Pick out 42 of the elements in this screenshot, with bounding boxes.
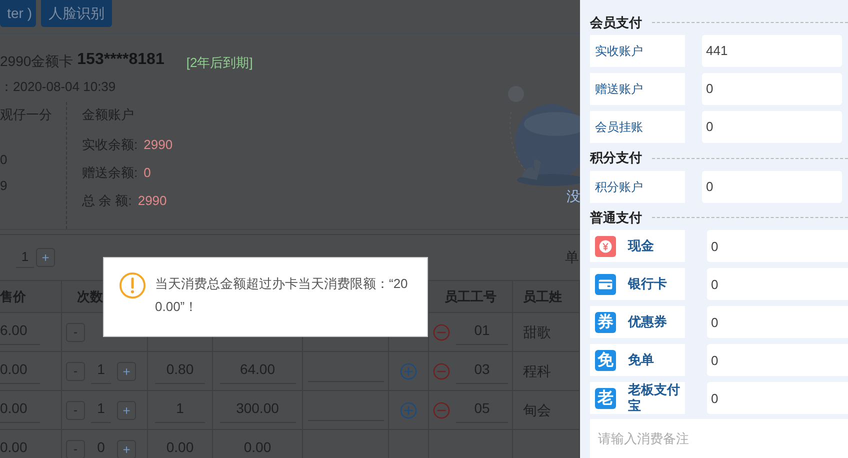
amount-input[interactable]: 0 — [707, 268, 848, 300]
amount-input[interactable]: 0 — [702, 110, 842, 143]
top-button[interactable]: ter ) — [0, 0, 36, 27]
payment-label: 现金 — [628, 238, 654, 254]
payment-label: 老板支付宝 — [628, 382, 681, 414]
minus-button[interactable]: - — [66, 400, 85, 420]
top-button[interactable]: 人脸识别 — [41, 0, 112, 27]
glyph-icon: 老 — [595, 388, 616, 409]
section-title: 普通支付 — [590, 209, 642, 228]
amount-input[interactable]: 441 — [702, 34, 842, 67]
amount-input[interactable]: 0 — [707, 344, 848, 376]
plus-button[interactable]: + — [117, 362, 136, 380]
payment-label: 免单 — [628, 352, 654, 368]
amount-input[interactable]: 0 — [702, 170, 842, 203]
remark-input[interactable]: 请输入消费备注 — [590, 419, 848, 458]
payment-label: 优惠券 — [628, 314, 667, 330]
minus-button[interactable]: - — [66, 362, 85, 380]
balance-value: 2990 — [144, 136, 173, 154]
empty-state-text: 没 — [566, 187, 580, 206]
payment-label: 实收账户 — [595, 42, 643, 60]
amount-input[interactable]: 0 — [707, 382, 848, 414]
expiry-label: [2年后到期] — [186, 54, 253, 72]
minus-button[interactable]: - — [66, 322, 85, 342]
plus-button[interactable]: + — [36, 248, 55, 267]
amount-input[interactable]: 0 — [707, 230, 848, 262]
card-number: 153****8181 — [77, 50, 164, 70]
section-title: 会员支付 — [590, 14, 642, 32]
minus-button[interactable]: - — [66, 440, 85, 458]
balance-value: 0 — [144, 164, 151, 182]
balance-value: 2990 — [138, 192, 167, 210]
glyph-icon: 免 — [595, 350, 616, 371]
section-title: 积分支付 — [590, 149, 642, 168]
plus-button[interactable]: + — [117, 440, 136, 458]
payment-label: 赠送账户 — [595, 80, 643, 98]
glyph-icon: 券 — [595, 312, 616, 333]
amount-input[interactable]: 0 — [707, 306, 848, 338]
amount-input[interactable]: 0 — [702, 72, 842, 105]
alert-message: 当天消费总金额超过办卡当天消费限额：“200.00”！ — [155, 275, 409, 316]
payment-label: 银行卡 — [628, 276, 667, 292]
payment-label: 积分账户 — [595, 178, 643, 196]
plus-button[interactable]: + — [117, 400, 136, 420]
payment-label: 会员挂账 — [595, 118, 643, 136]
